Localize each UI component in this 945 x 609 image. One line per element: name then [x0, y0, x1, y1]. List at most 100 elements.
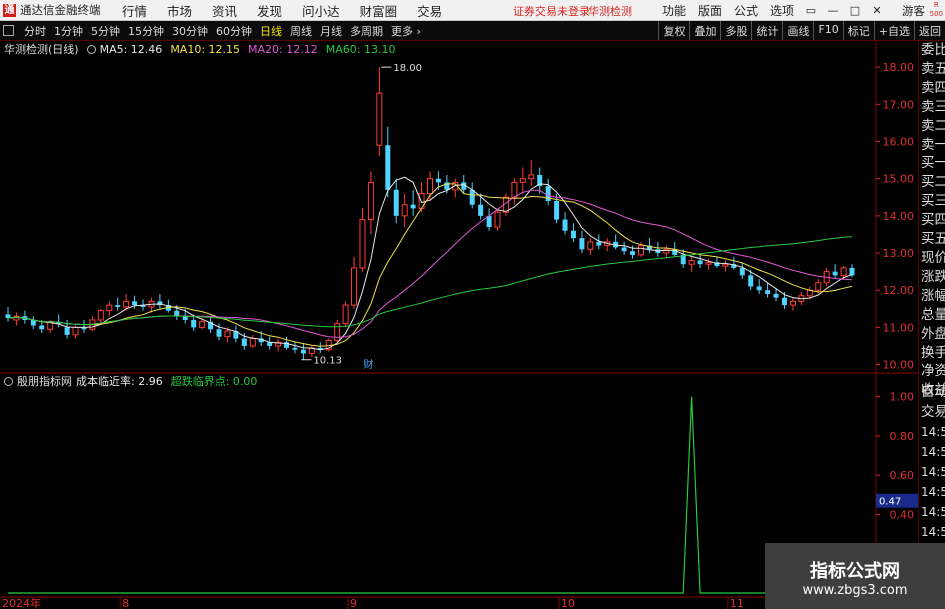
- toggle-panel-icon[interactable]: [3, 25, 14, 36]
- candle-body-down: [410, 204, 416, 209]
- menu-ask-xiaoda[interactable]: 问小达: [292, 1, 350, 20]
- restore-layout-icon[interactable]: ▭: [801, 2, 821, 20]
- candle-body-down: [739, 267, 745, 276]
- tab-more-label: 更多: [391, 24, 413, 38]
- tick-time: 14:56: [921, 525, 945, 539]
- tab-1min[interactable]: 1分钟: [50, 23, 87, 39]
- candle-body-down: [435, 178, 441, 183]
- candle-body-up: [123, 300, 130, 308]
- menu-trade[interactable]: 交易: [407, 1, 452, 20]
- ma20-label: MA20: 12.12: [248, 42, 318, 56]
- current-value-label: 0.47: [879, 497, 901, 508]
- tab-15min[interactable]: 15分钟: [124, 23, 168, 39]
- trade-label: 自动: [921, 384, 945, 400]
- trade-login-status[interactable]: 证券交易未登录: [513, 3, 590, 19]
- candle-body-down: [300, 349, 306, 354]
- menu-discover[interactable]: 发现: [247, 1, 292, 20]
- tab-60min[interactable]: 60分钟: [212, 23, 256, 39]
- mark-button[interactable]: 标记: [842, 21, 874, 40]
- candle-body-up: [587, 241, 594, 250]
- menu-formula[interactable]: 公式: [728, 2, 764, 19]
- guest-user[interactable]: 游客: [902, 3, 925, 19]
- price-tick-label: 15.00: [883, 173, 915, 186]
- app-title: 通达信金融终端: [20, 3, 101, 17]
- candle-body-up: [376, 92, 383, 146]
- app-logo-icon: 通: [3, 3, 16, 17]
- tab-5min[interactable]: 5分钟: [87, 23, 124, 39]
- quote-fields: 委比卖五卖四卖三卖二卖一买一买二买三买四买五现价涨跌涨幅总量外盘换手净资收益: [919, 41, 945, 400]
- menu-market[interactable]: 行情: [112, 1, 157, 20]
- overlay-button[interactable]: 叠加: [689, 21, 720, 40]
- candle-body-down: [596, 241, 602, 246]
- tab-30min[interactable]: 30分钟: [168, 23, 212, 39]
- sub-indicator-name: 殷朋指标网: [17, 375, 72, 388]
- server-badge-top: R: [933, 1, 939, 9]
- candle-body-down: [182, 316, 188, 320]
- high-price-label: 18.00: [393, 63, 422, 74]
- menu-layout[interactable]: 版面: [692, 2, 728, 19]
- sub-tick-label: 0.60: [890, 469, 915, 482]
- quote-field-label: 买四: [921, 212, 945, 229]
- candle-body-up: [72, 326, 79, 336]
- close-icon[interactable]: ✕: [867, 2, 887, 20]
- time-axis-label: 11: [730, 597, 744, 609]
- menu-market-center[interactable]: 市场: [157, 1, 202, 20]
- watermark: 指标公式网 www.zbgs3.com: [765, 543, 945, 609]
- main-indicator-header: 华测检测(日线) MA5: 12.46 MA10: 12.15 MA20: 12…: [0, 41, 403, 57]
- quote-field-label: 现价: [921, 249, 945, 266]
- maximize-icon[interactable]: □: [845, 2, 865, 20]
- sub-tick-label: 0.80: [890, 430, 915, 443]
- price-tick-label: 12.00: [883, 284, 915, 297]
- candle-body-down: [570, 230, 576, 239]
- candle-body-up: [106, 304, 113, 312]
- candle-body-down: [216, 329, 222, 337]
- quote-field-label: 买五: [921, 231, 945, 248]
- candle-body-down: [748, 275, 754, 287]
- quote-field-label: 买三: [921, 193, 945, 210]
- tab-more[interactable]: 更多 ›: [387, 23, 425, 39]
- tab-weekly[interactable]: 周线: [286, 23, 316, 39]
- tab-daily[interactable]: 日线: [256, 23, 286, 39]
- statistics-button[interactable]: 统计: [751, 21, 782, 40]
- candle-body-down: [39, 325, 45, 330]
- candle-body-down: [756, 286, 762, 291]
- menu-news[interactable]: 资讯: [202, 1, 247, 20]
- quote-field-label: 涨幅: [921, 287, 945, 304]
- menu-function[interactable]: 功能: [656, 2, 692, 19]
- draw-line-button[interactable]: 画线: [782, 21, 813, 40]
- quote-field-label: 总量: [921, 306, 945, 323]
- kline-chart[interactable]: 18.00 17.00 16.00 15.00 14.00 13.00 12.00 11.00…: [0, 41, 918, 609]
- candle-body-down: [773, 293, 779, 298]
- price-tick-label: 17.00: [883, 98, 915, 111]
- candle-body-down: [241, 338, 247, 346]
- back-button[interactable]: 返回: [914, 21, 945, 40]
- multi-stock-button[interactable]: 多股: [720, 21, 751, 40]
- ma-line-ma60: [7, 236, 853, 328]
- tab-monthly[interactable]: 月线: [316, 23, 346, 39]
- time-axis-label: 9: [350, 597, 357, 609]
- adjust-price-button[interactable]: 复权: [658, 21, 689, 40]
- tick-time: 14:56: [921, 485, 945, 499]
- current-stock-link[interactable]: 华测检测: [588, 3, 632, 19]
- candle-body-up: [367, 181, 374, 221]
- add-watchlist-button[interactable]: +自选: [873, 21, 914, 40]
- candle-body-down: [115, 305, 121, 307]
- candle-body-down: [393, 189, 399, 216]
- quote-field-label: 买二: [921, 174, 945, 191]
- candle-body-up: [638, 245, 644, 256]
- candle-body-up: [688, 259, 695, 265]
- minimize-icon[interactable]: —: [823, 2, 843, 20]
- tab-multi-period[interactable]: 多周期: [346, 23, 387, 39]
- cost-proximity-label: 成本临近率: 2.96: [76, 375, 163, 388]
- sub-indicator-settings-icon[interactable]: [4, 376, 13, 386]
- f10-button[interactable]: F10: [813, 21, 842, 40]
- candle-body-up: [427, 178, 433, 195]
- sub-indicator-header: 殷朋指标网 成本临近率: 2.96 超跌临界点: 0.00: [0, 373, 265, 389]
- period-toolbar: 分时 1分钟 5分钟 15分钟 30分钟 60分钟 日线 周线 月线 多周期 更…: [0, 21, 945, 41]
- tab-intraday[interactable]: 分时: [20, 23, 50, 39]
- candle-body-up: [789, 300, 796, 306]
- menu-options[interactable]: 选项: [764, 2, 800, 19]
- low-price-label: 10.13: [313, 356, 342, 367]
- menu-wealth-circle[interactable]: 财富圈: [350, 1, 408, 20]
- indicator-settings-icon[interactable]: [86, 44, 96, 54]
